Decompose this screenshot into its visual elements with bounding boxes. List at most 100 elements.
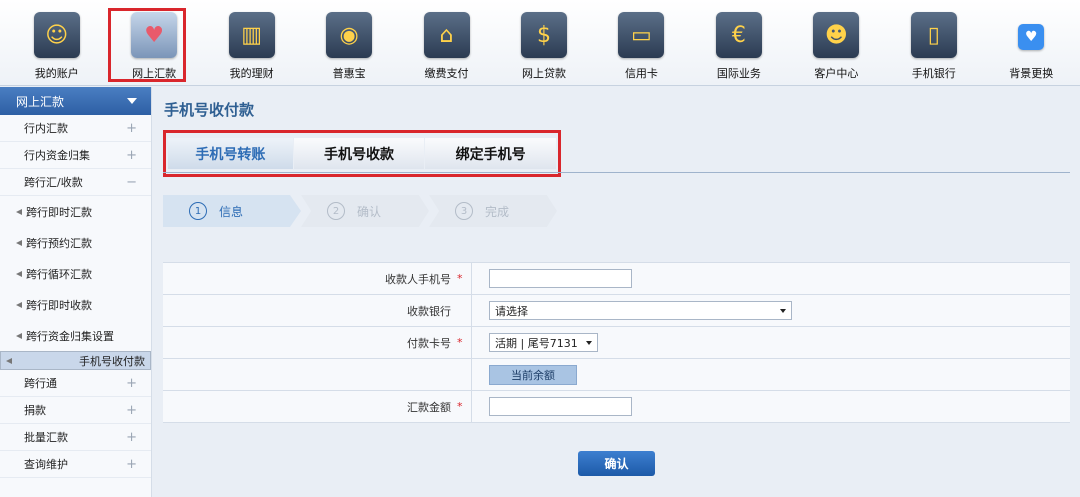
form-label: 收款银行 <box>163 295 472 326</box>
nav-change-background[interactable]: ♥ 背景更换 <box>983 0 1080 86</box>
nav-online-loan[interactable]: $ 网上贷款 <box>495 0 592 86</box>
form-row-amount: 汇款金额 * <box>163 391 1070 423</box>
tab-bind-phone[interactable]: 绑定手机号 <box>425 138 556 169</box>
sidebar-subitem-label: 跨行即时汇款 <box>26 205 92 219</box>
nav-customer-center[interactable]: ☻ 客户中心 <box>788 0 885 86</box>
sidebar-item-batch-transfer[interactable]: 批量汇款 + <box>0 424 151 451</box>
payee-phone-input[interactable] <box>489 269 632 288</box>
form-label <box>163 359 472 390</box>
form-value <box>472 391 1070 422</box>
card-select-value: 活期 | 尾号7131 <box>495 336 578 350</box>
sidebar-subitem-collection-settings[interactable]: 跨行资金归集设置 <box>0 320 151 351</box>
arrow-left-icon <box>16 208 22 215</box>
amount-label: 汇款金额 <box>407 400 451 414</box>
nav-online-remittance[interactable]: ♥ 网上汇款 <box>105 0 202 86</box>
sidebar-item-interbank[interactable]: 跨行汇/收款 − <box>0 169 151 196</box>
mobile-icon: ▯ <box>910 12 957 58</box>
heart-icon: ♥ <box>1018 24 1045 50</box>
nav-label: 缴费支付 <box>424 67 469 80</box>
step-complete: 3 完成 <box>429 195 557 227</box>
sidebar-subitem-label: 跨行循环汇款 <box>26 267 92 281</box>
step-info: 1 信息 <box>163 195 301 227</box>
sidebar: 网上汇款 行内汇款 + 行内资金归集 + 跨行汇/收款 − 跨行即时汇款 跨行预… <box>0 87 152 497</box>
required-mark: * <box>457 336 463 349</box>
sidebar-subitem-label: 跨行即时收款 <box>26 298 92 312</box>
collapse-icon: − <box>126 174 137 190</box>
sidebar-subitem-label: 跨行资金归集设置 <box>26 329 114 343</box>
nav-label: 网上贷款 <box>521 67 566 80</box>
required-mark: * <box>457 272 463 285</box>
form-value <box>472 263 1070 294</box>
transfer-form: 收款人手机号 * 收款银行 请选择 付款卡号 * 活期 | 尾号7131 当前余… <box>163 262 1070 423</box>
step-label: 信息 <box>219 204 244 219</box>
payee-bank-select[interactable]: 请选择 <box>489 301 792 320</box>
step-indicator: 1 信息 2 确认 3 完成 <box>163 195 557 227</box>
form-row-phone: 收款人手机号 * <box>163 263 1070 295</box>
sidebar-header[interactable]: 网上汇款 <box>0 87 151 115</box>
sidebar-subitem-label: 手机号收付款 <box>79 354 145 368</box>
expand-icon: + <box>126 429 137 445</box>
top-navigation: ☺ 我的账户 ♥ 网上汇款 ▥ 我的理财 ◉ 普惠宝 ⌂ 缴费支付 $ 网上贷款… <box>0 0 1080 86</box>
nav-mobile-banking[interactable]: ▯ 手机银行 <box>885 0 982 86</box>
payment-card-select[interactable]: 活期 | 尾号7131 <box>489 333 598 352</box>
sidebar-item-label: 行内汇款 <box>24 122 68 135</box>
customer-icon: ☻ <box>813 12 860 58</box>
form-row-bank: 收款银行 请选择 <box>163 295 1070 327</box>
tab-phone-receive[interactable]: 手机号收款 <box>293 138 425 169</box>
current-balance-button[interactable]: 当前余额 <box>489 364 577 385</box>
sidebar-item-label: 查询维护 <box>24 458 68 471</box>
form-value: 活期 | 尾号7131 <box>472 327 1070 358</box>
nav-label: 客户中心 <box>814 67 859 80</box>
divider <box>163 172 1070 173</box>
arrow-left-icon <box>16 332 22 339</box>
sidebar-item-intrabank-transfer[interactable]: 行内汇款 + <box>0 115 151 142</box>
required-mark: * <box>457 400 463 413</box>
highlight-box <box>108 8 187 82</box>
nav-my-account[interactable]: ☺ 我的账户 <box>8 0 105 86</box>
step-number: 2 <box>327 202 345 220</box>
expand-icon: + <box>126 402 137 418</box>
credit-card-icon: ▭ <box>618 12 665 58</box>
nav-bill-payment[interactable]: ⌂ 缴费支付 <box>398 0 495 86</box>
chevron-down-icon <box>586 340 592 345</box>
confirm-button[interactable]: 确认 <box>578 451 655 476</box>
house-icon: ⌂ <box>423 12 470 58</box>
nav-international[interactable]: € 国际业务 <box>690 0 787 86</box>
chevron-down-icon <box>780 308 786 313</box>
nav-label: 背景更换 <box>1009 67 1054 80</box>
arrow-left-icon <box>16 239 22 246</box>
nav-my-finance[interactable]: ▥ 我的理财 <box>203 0 300 86</box>
step-label: 确认 <box>357 204 382 219</box>
sidebar-subitem-scheduled-transfer[interactable]: 跨行预约汇款 <box>0 227 151 258</box>
amount-input[interactable] <box>489 397 632 416</box>
sidebar-item-label: 行内资金归集 <box>24 149 90 162</box>
sidebar-subitem-recurring-transfer[interactable]: 跨行循环汇款 <box>0 258 151 289</box>
tab-phone-transfer[interactable]: 手机号转账 <box>168 138 293 169</box>
phone-label: 收款人手机号 <box>385 272 451 286</box>
arrow-left-icon <box>16 270 22 277</box>
nav-label: 手机银行 <box>911 67 956 80</box>
nav-label: 信用卡 <box>624 67 658 80</box>
step-number: 1 <box>189 202 207 220</box>
card-label: 付款卡号 <box>407 336 451 350</box>
expand-icon: + <box>126 120 137 136</box>
sidebar-subitem-instant-transfer[interactable]: 跨行即时汇款 <box>0 196 151 227</box>
nav-label: 我的账户 <box>34 67 79 80</box>
sidebar-item-intrabank-collection[interactable]: 行内资金归集 + <box>0 142 151 169</box>
form-value: 请选择 <box>472 295 1070 326</box>
step-number: 3 <box>455 202 473 220</box>
sidebar-header-label: 网上汇款 <box>16 94 65 109</box>
form-row-card: 付款卡号 * 活期 | 尾号7131 <box>163 327 1070 359</box>
sidebar-item-kuahangtong[interactable]: 跨行通 + <box>0 370 151 397</box>
nav-credit-card[interactable]: ▭ 信用卡 <box>593 0 690 86</box>
sidebar-subitem-mobile-payment[interactable]: 手机号收付款 <box>0 351 151 370</box>
bank-select-value: 请选择 <box>495 304 528 318</box>
sidebar-item-query[interactable]: 查询维护 + <box>0 451 151 478</box>
sidebar-item-label: 跨行通 <box>24 377 57 390</box>
finance-icon: ▥ <box>228 12 275 58</box>
sidebar-subitem-instant-collection[interactable]: 跨行即时收款 <box>0 289 151 320</box>
nav-puhuibao[interactable]: ◉ 普惠宝 <box>300 0 397 86</box>
sidebar-item-donation[interactable]: 捐款 + <box>0 397 151 424</box>
form-value: 当前余额 <box>472 359 1070 390</box>
form-label: 付款卡号 * <box>163 327 472 358</box>
